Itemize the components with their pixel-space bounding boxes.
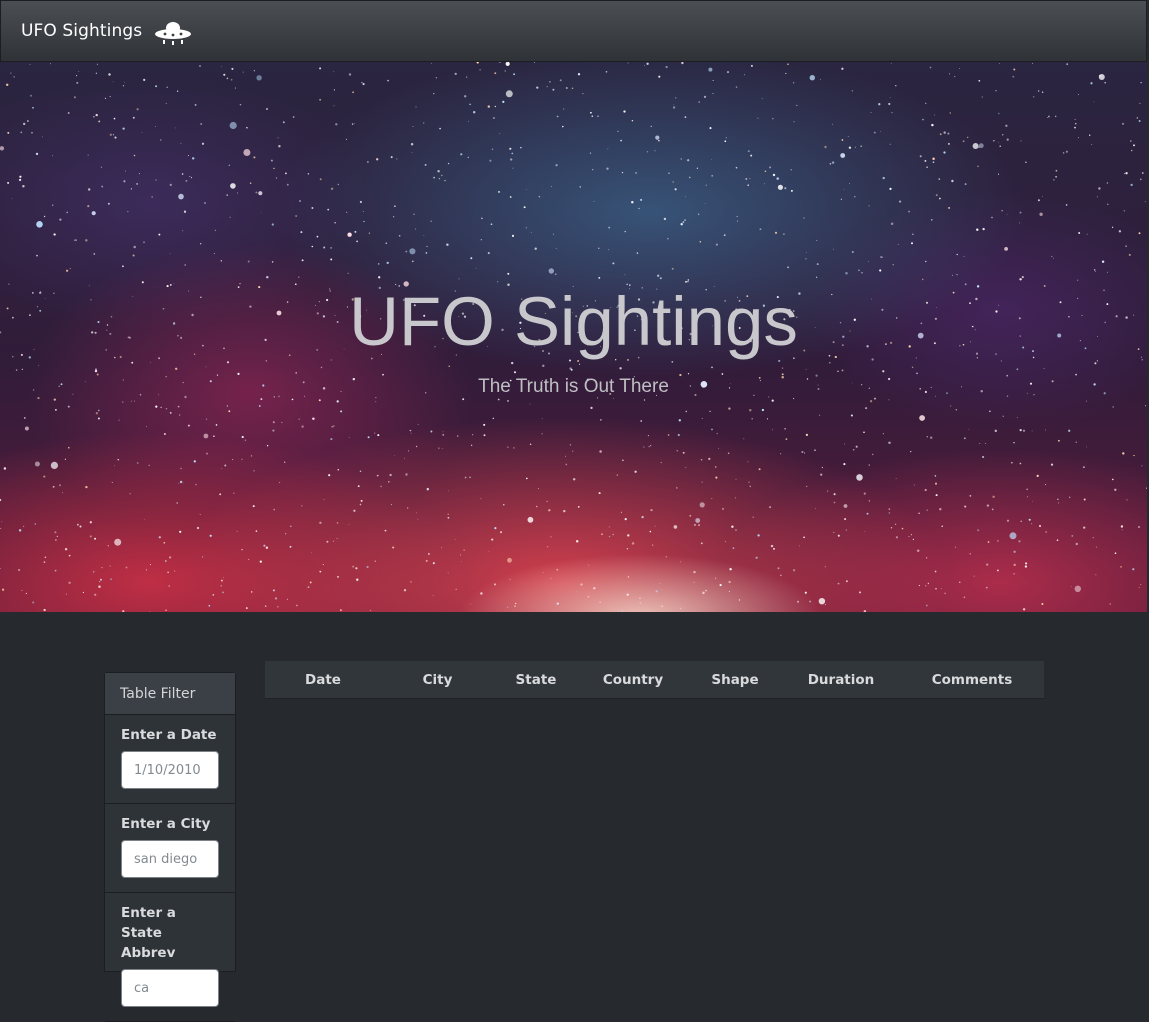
city-label: Enter a City — [121, 816, 211, 832]
column-country[interactable]: Country — [578, 661, 688, 699]
state-input[interactable] — [121, 969, 219, 1007]
column-date[interactable]: Date — [265, 661, 381, 699]
sightings-table-header: Date City State Country Shape Duration C… — [265, 661, 1044, 699]
ufo-icon — [155, 22, 192, 45]
hero-subtitle: The Truth is Out There — [478, 376, 669, 397]
state-label: Enter a State Abbrev — [121, 905, 176, 961]
hero-banner: UFO Sightings The Truth is Out There — [0, 62, 1147, 612]
date-label: Enter a Date — [121, 727, 217, 743]
filter-date: Enter a Date — [105, 715, 235, 804]
column-state[interactable]: State — [494, 661, 578, 699]
column-comments[interactable]: Comments — [900, 661, 1044, 699]
column-city[interactable]: City — [381, 661, 494, 699]
navbar-brand[interactable]: UFO Sightings — [21, 21, 142, 41]
hero-title: UFO Sightings — [349, 283, 798, 360]
filter-state: Enter a State Abbrev — [105, 893, 235, 1022]
column-duration[interactable]: Duration — [782, 661, 900, 699]
navbar: UFO Sightings — [0, 0, 1147, 62]
city-input[interactable] — [121, 840, 219, 878]
column-shape[interactable]: Shape — [688, 661, 782, 699]
filter-heading: Table Filter — [105, 673, 235, 715]
table-filter-panel: Table Filter Enter a Date Enter a City E… — [104, 672, 236, 1022]
filter-city: Enter a City — [105, 804, 235, 893]
date-input[interactable] — [121, 751, 219, 789]
